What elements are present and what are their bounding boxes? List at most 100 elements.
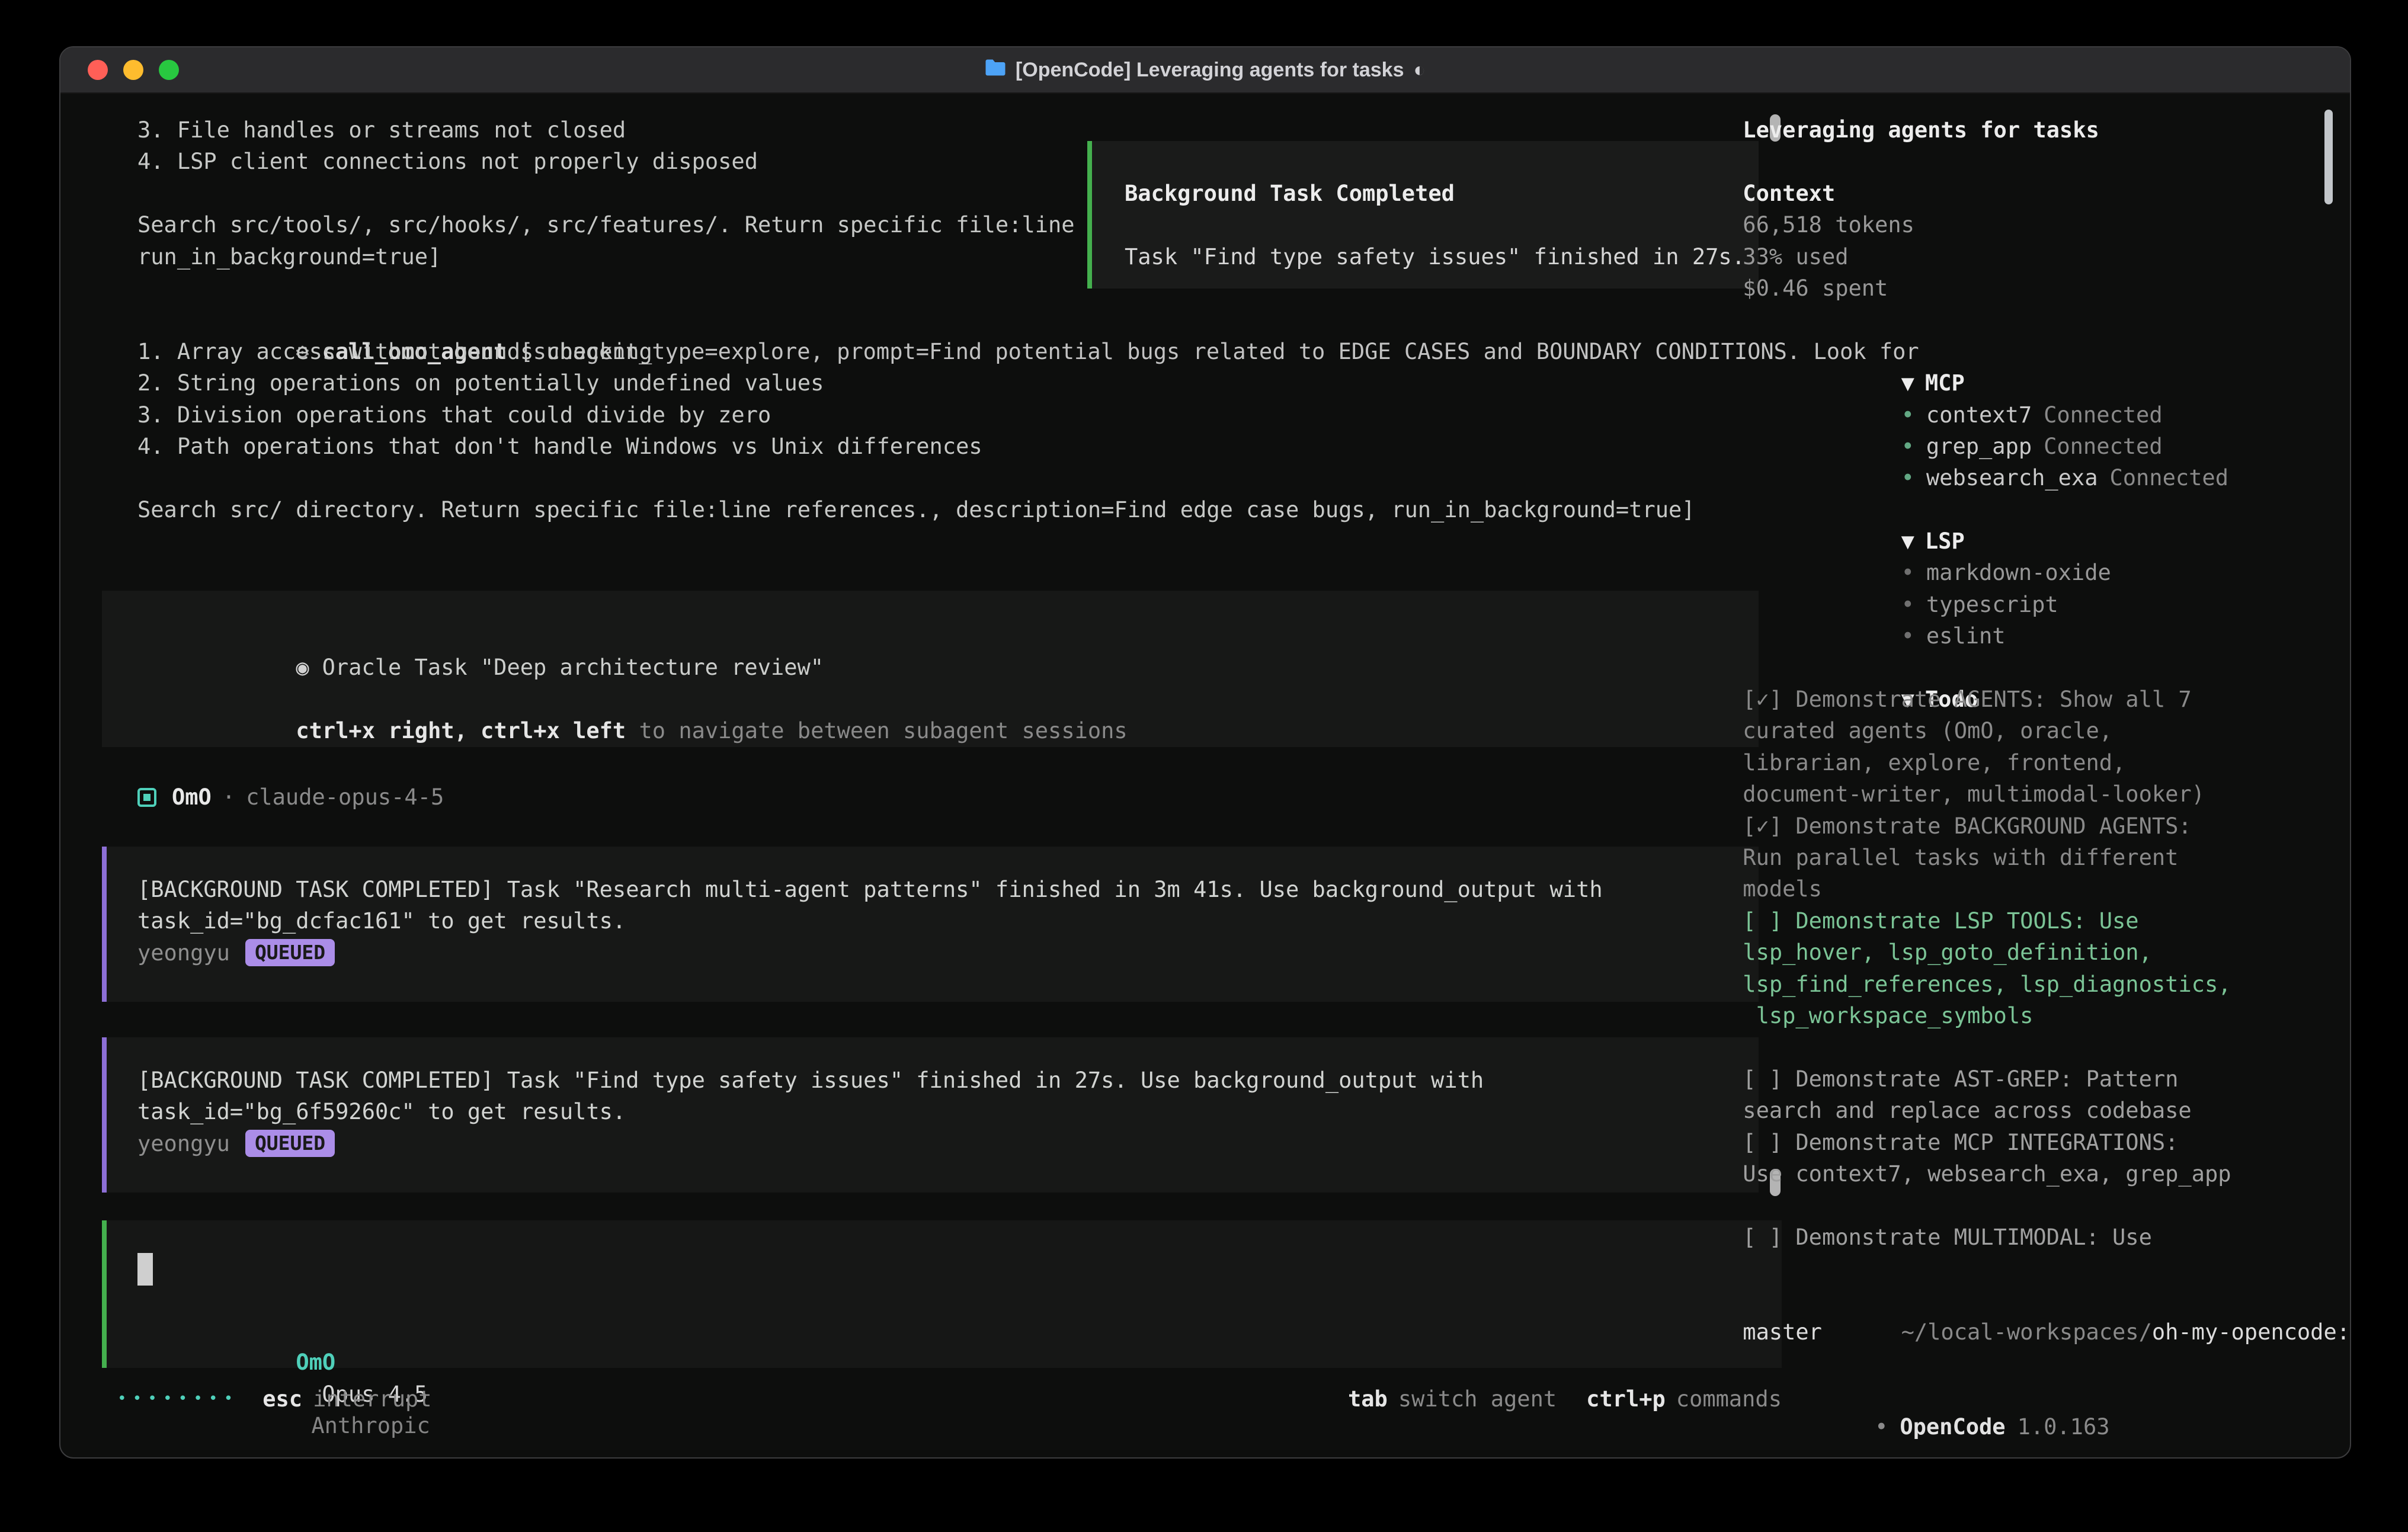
todo-line: [ ] Demonstrate MCP INTEGRATIONS:	[1743, 1127, 2350, 1158]
task-meta: yeongyu QUEUED	[137, 1128, 1759, 1159]
hint-text: to navigate between subagent sessions	[626, 718, 1127, 743]
context-section: Context 66,518 tokens 33% used $0.46 spe…	[1743, 178, 2350, 305]
zoom-button[interactable]	[159, 60, 179, 80]
lsp-heading: LSP	[1925, 528, 1965, 554]
todo-line: librarian, explore, frontend,	[1743, 747, 2350, 778]
oracle-task-panel[interactable]: ◉Oracle Task "Deep architecture review" …	[102, 591, 1759, 747]
minimize-button[interactable]	[123, 60, 143, 80]
workspace-info: ~/local-workspaces/oh-my-opencode: maste…	[1743, 1284, 2350, 1348]
blank-line	[137, 462, 1919, 493]
input-footer: OmO Opus 4.5 Anthropic	[137, 1315, 430, 1347]
task-user: yeongyu	[137, 1128, 230, 1159]
mcp-status: Connected	[2109, 465, 2228, 491]
tool-args: [subagent_type=explore, prompt=Find pote…	[520, 339, 1919, 364]
todo-item: [✓] Demonstrate BACKGROUND AGENTS: Run p…	[1743, 810, 2350, 905]
chat-pane: 3. File handles or streams not closed 4.…	[60, 94, 1718, 1457]
window-title-wrap: [OpenCode] Leveraging agents for tasks ◐	[985, 59, 1426, 82]
ctrlp-key-hint: ctrl+p	[1586, 1383, 1666, 1415]
tab-key-hint: tab	[1348, 1383, 1388, 1415]
mcp-status: Connected	[2044, 434, 2162, 459]
app-version-line: •OpenCode1.0.163	[1743, 1380, 2350, 1411]
terminal-line: 2. String operations on potentially unde…	[137, 367, 1919, 399]
todo-line: document-writer, multimodal-looker)	[1743, 778, 2350, 810]
agent-separator: ·	[222, 781, 235, 813]
task-line: [BACKGROUND TASK COMPLETED] Task "Resear…	[137, 874, 1759, 905]
prompt-input[interactable]: OmO Opus 4.5 Anthropic	[102, 1220, 1782, 1368]
todo-line: [ ] Demonstrate AST-GREP: Pattern	[1743, 1063, 2350, 1095]
workspace-path-prefix: ~/local-workspaces/	[1901, 1319, 2152, 1345]
mcp-section-header[interactable]: ▼MCP	[1743, 336, 2350, 367]
spinner-dots: ••••••••	[117, 1383, 239, 1415]
mcp-name: websearch_exa	[1926, 465, 2098, 491]
terminal-line: 4. Path operations that don't handle Win…	[137, 431, 1919, 462]
todo-line: lsp_hover, lsp_goto_definition,	[1743, 937, 2350, 968]
bullet-icon: •	[1901, 465, 1914, 491]
close-button[interactable]	[88, 60, 108, 80]
workspace-path: ~/local-workspaces/oh-my-opencode:	[1743, 1284, 2350, 1316]
todo-item: [ ] Demonstrate MULTIMODAL: Use	[1743, 1222, 2350, 1253]
mcp-heading: MCP	[1925, 370, 1965, 396]
lsp-name: typescript	[1926, 592, 2058, 617]
context-tokens: 66,518 tokens	[1743, 209, 2350, 241]
bullet-icon: •	[1901, 560, 1914, 585]
esc-key-label: interrupt	[313, 1383, 431, 1415]
folder-icon	[985, 59, 1006, 82]
window-title: [OpenCode] Leveraging agents for tasks	[1016, 59, 1404, 82]
context-used: 33% used	[1743, 241, 2350, 273]
oracle-hint-line: ctrl+x right, ctrl+x left to navigate be…	[137, 684, 1759, 715]
task-line: [BACKGROUND TASK COMPLETED] Task "Find t…	[137, 1065, 1759, 1096]
app-version: 1.0.163	[2018, 1414, 2110, 1440]
todo-line: search and replace across codebase	[1743, 1095, 2350, 1126]
traffic-lights	[88, 47, 179, 92]
input-provider-label: Anthropic	[311, 1413, 430, 1438]
todo-line: [✓] Demonstrate BACKGROUND AGENTS:	[1743, 810, 2350, 842]
agent-header: OmO · claude-opus-4-5	[137, 781, 444, 813]
context-spent: $0.46 spent	[1743, 273, 2350, 304]
bullet-icon: •	[1901, 623, 1914, 649]
toast-body: Task "Find type safety issues" finished …	[1125, 241, 1759, 273]
context-heading: Context	[1743, 178, 2350, 209]
todo-line: [ ] Demonstrate MULTIMODAL: Use	[1743, 1222, 2350, 1253]
mcp-section: ▼MCP •context7Connected •grep_appConnect…	[1743, 336, 2350, 463]
todo-item: [ ] Demonstrate LSP TOOLS: Use lsp_hover…	[1743, 905, 2350, 1032]
oracle-title-line: ◉Oracle Task "Deep architecture review"	[137, 620, 1759, 652]
text-cursor	[137, 1253, 153, 1286]
esc-key-hint: esc	[262, 1383, 302, 1415]
agent-model: claude-opus-4-5	[246, 781, 444, 813]
tab-key-label: switch agent	[1398, 1383, 1557, 1415]
lsp-name: markdown-oxide	[1926, 560, 2111, 585]
mcp-name: context7	[1926, 402, 2032, 428]
agent-checkbox-icon	[137, 788, 156, 807]
mcp-status: Connected	[2044, 402, 2162, 428]
terminal-line: Search src/ directory. Return specific f…	[137, 494, 1919, 525]
task-line: task_id="bg_dcfac161" to get results.	[137, 905, 1759, 937]
todo-line: curated agents (OmO, oracle,	[1743, 715, 2350, 746]
oracle-title: Oracle Task "Deep architecture review"	[322, 655, 824, 680]
app-name: OpenCode	[1900, 1414, 2005, 1440]
todo-line: [ ] Demonstrate LSP TOOLS: Use	[1743, 905, 2350, 937]
task-meta: yeongyu QUEUED	[137, 937, 1759, 969]
hint-keys: ctrl+x right, ctrl+x left	[296, 718, 626, 743]
todo-line: Run parallel tasks with different	[1743, 842, 2350, 873]
background-task-message: [BACKGROUND TASK COMPLETED] Task "Find t…	[102, 1037, 1759, 1193]
titlebar[interactable]: [OpenCode] Leveraging agents for tasks ◐	[60, 47, 2350, 94]
bullet-icon: •	[1901, 434, 1914, 459]
status-badge: QUEUED	[245, 939, 335, 966]
toast-title: Background Task Completed	[1125, 178, 1759, 209]
todo-line: Use context7, websearch_exa, grep_app	[1743, 1158, 2350, 1190]
mcp-name: grep_app	[1926, 434, 2032, 459]
desktop: [OpenCode] Leveraging agents for tasks ◐…	[0, 0, 2408, 1532]
agent-name: OmO	[172, 781, 212, 813]
status-left: •••••••• esc interrupt	[117, 1383, 432, 1415]
session-title: Leveraging agents for tasks	[1743, 114, 2350, 146]
session-sidebar: Leveraging agents for tasks Context 66,5…	[1718, 94, 2350, 1457]
app-content: 3. File handles or streams not closed 4.…	[60, 94, 2350, 1457]
background-task-message: [BACKGROUND TASK COMPLETED] Task "Resear…	[102, 847, 1759, 1002]
terminal-line: 3. Division operations that could divide…	[137, 399, 1919, 431]
task-line: task_id="bg_6f59260c" to get results.	[137, 1096, 1759, 1127]
todo-section: ▼Todo [✓] Demonstrate AGENTS: Show all 7…	[1743, 652, 2350, 1253]
task-user: yeongyu	[137, 937, 230, 969]
input-agent-label: OmO	[296, 1350, 335, 1375]
sidebar-scrollbar-thumb[interactable]	[2324, 110, 2333, 204]
chevron-down-icon: ▼	[1901, 370, 1914, 396]
